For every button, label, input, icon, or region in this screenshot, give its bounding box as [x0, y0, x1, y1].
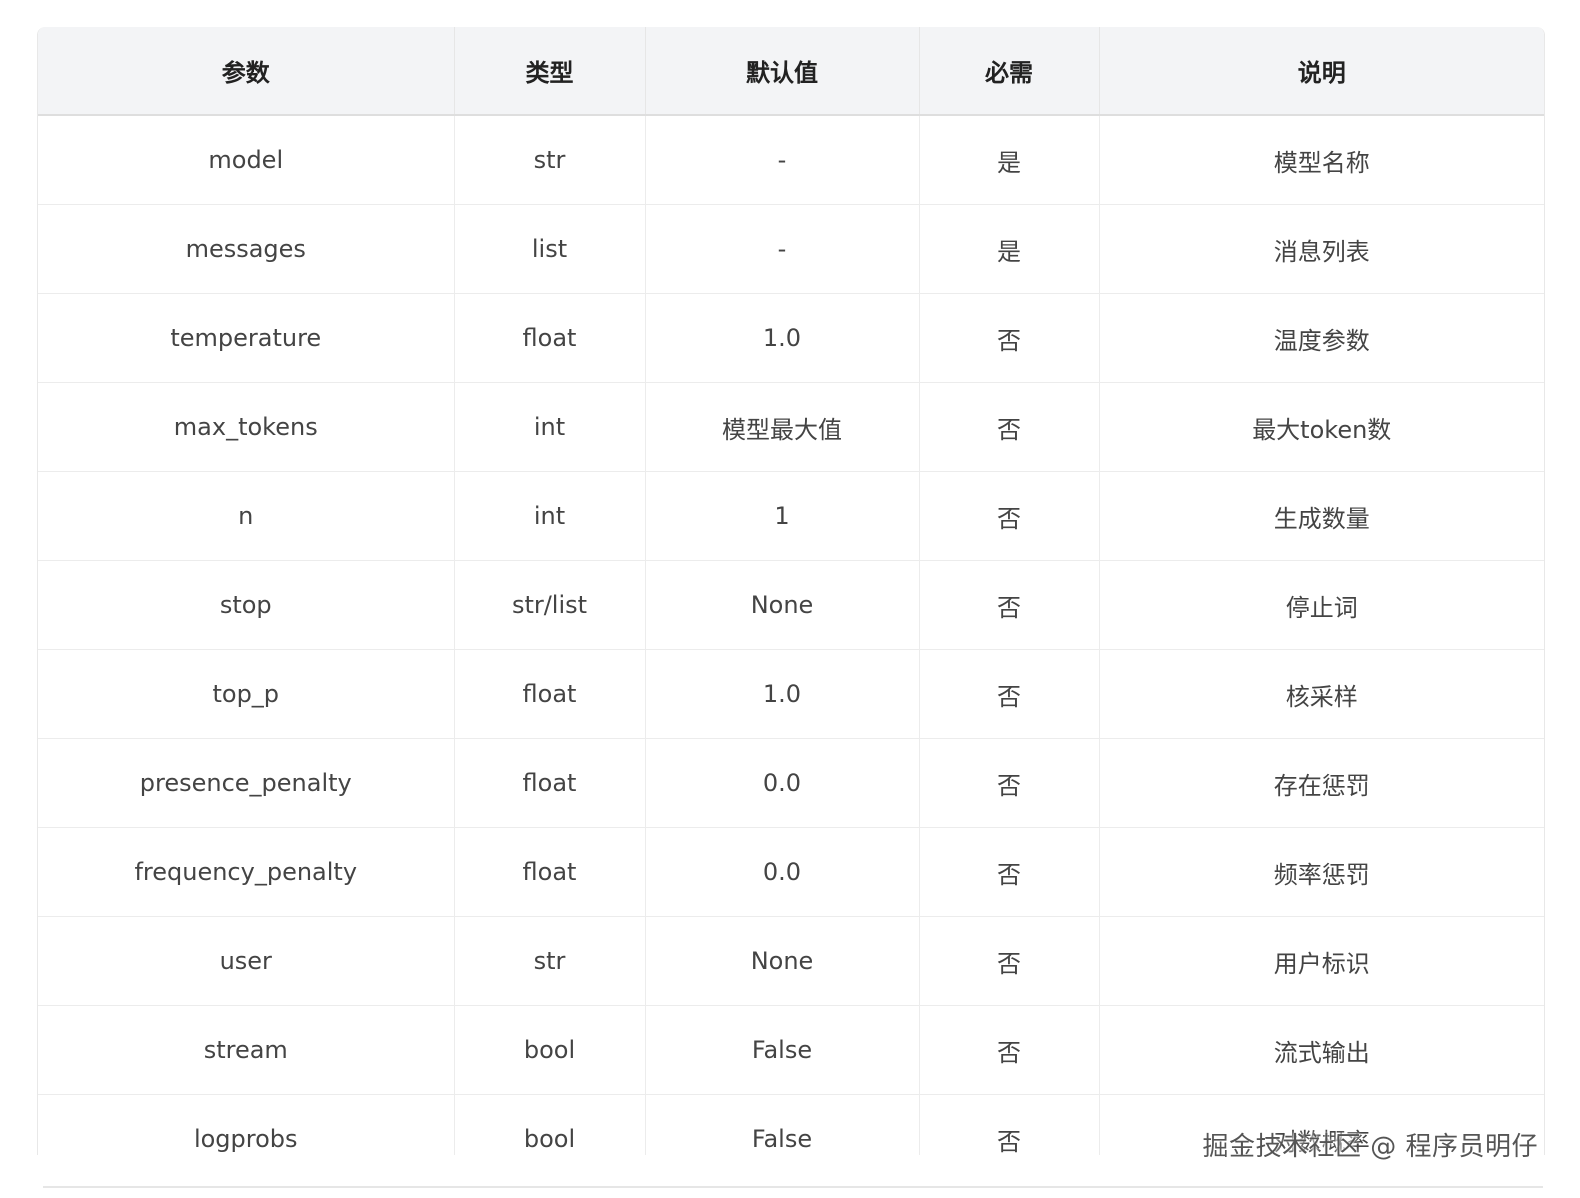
- cell-required: 否: [919, 471, 1100, 561]
- header-type: 类型: [454, 27, 646, 116]
- cell-description: 核采样: [1099, 649, 1544, 739]
- cell-required: 否: [919, 293, 1100, 383]
- cell-param: user: [38, 916, 455, 1006]
- header-description: 说明: [1099, 27, 1544, 116]
- cell-param: n: [38, 471, 455, 561]
- cell-type: float: [454, 738, 646, 828]
- cell-required: 否: [919, 738, 1100, 828]
- cell-param: logprobs: [38, 1094, 455, 1155]
- table-row: max_tokens int 模型最大值否最大token数: [38, 382, 1544, 472]
- cell-default: 0.0: [645, 827, 920, 917]
- cell-default: 1: [645, 471, 920, 561]
- cell-required: 否: [919, 827, 1100, 917]
- cell-type: int: [454, 382, 646, 472]
- table-header: 参数 类型 默认值 必需 说明: [38, 27, 1544, 116]
- parameter-table: 参数 类型 默认值 必需 说明 model str - 是模型名称 messages li…: [38, 27, 1544, 1155]
- divider: [43, 1186, 1543, 1188]
- cell-required: 否: [919, 560, 1100, 650]
- cell-description: 模型名称: [1099, 115, 1544, 205]
- cell-default: 0.0: [645, 738, 920, 828]
- cell-required: 否: [919, 649, 1100, 739]
- cell-type: float: [454, 827, 646, 917]
- cell-description: 生成数量: [1099, 471, 1544, 561]
- table-row: stream bool False 否流式输出: [38, 1005, 1544, 1095]
- cell-description: 停止词: [1099, 560, 1544, 650]
- cell-required: 否: [919, 382, 1100, 472]
- cell-param: frequency_penalty: [38, 827, 455, 917]
- watermark: 掘金技术社区 @ 程序员明仔: [1202, 1132, 1538, 1162]
- cell-default: -: [645, 115, 920, 205]
- header-param: 参数: [38, 27, 455, 116]
- cell-type: bool: [454, 1005, 646, 1095]
- cell-default: 1.0: [645, 649, 920, 739]
- table-body: model str - 是模型名称 messages list - 是消息列表 temperat…: [38, 115, 1544, 1155]
- cell-description: 温度参数: [1099, 293, 1544, 383]
- cell-description: 存在惩罚: [1099, 738, 1544, 828]
- cell-default: None: [645, 916, 920, 1006]
- cell-type: float: [454, 293, 646, 383]
- table-row: messages list - 是消息列表: [38, 204, 1544, 294]
- header-row: 参数 类型 默认值 必需 说明: [38, 27, 1544, 116]
- cell-description: 用户标识: [1099, 916, 1544, 1006]
- cell-default: False: [645, 1005, 920, 1095]
- cell-description: 最大token数: [1099, 382, 1544, 472]
- table-row: n int 1 否生成数量: [38, 471, 1544, 561]
- cell-param: max_tokens: [38, 382, 455, 472]
- cell-required: 否: [919, 1005, 1100, 1095]
- cell-type: list: [454, 204, 646, 294]
- cell-default: -: [645, 204, 920, 294]
- cell-default: False: [645, 1094, 920, 1155]
- cell-description: 消息列表: [1099, 204, 1544, 294]
- cell-required: 是: [919, 115, 1100, 205]
- header-required: 必需: [919, 27, 1100, 116]
- cell-param: top_p: [38, 649, 455, 739]
- parameter-table-container: 参数 类型 默认值 必需 说明 model str - 是模型名称 messages li…: [37, 27, 1545, 1155]
- header-default: 默认值: [645, 27, 920, 116]
- cell-param: messages: [38, 204, 455, 294]
- cell-description: 频率惩罚: [1099, 827, 1544, 917]
- cell-required: 否: [919, 1094, 1100, 1155]
- cell-type: float: [454, 649, 646, 739]
- table-row: top_p float 1.0 否核采样: [38, 649, 1544, 739]
- table-row: stop str/list None 否停止词: [38, 560, 1544, 650]
- cell-required: 否: [919, 916, 1100, 1006]
- cell-param: temperature: [38, 293, 455, 383]
- table-row: presence_penalty float 0.0 否存在惩罚: [38, 738, 1544, 828]
- cell-param: stream: [38, 1005, 455, 1095]
- cell-param: model: [38, 115, 455, 205]
- cell-type: int: [454, 471, 646, 561]
- table-row: user str None 否用户标识: [38, 916, 1544, 1006]
- cell-default: 模型最大值: [645, 382, 920, 472]
- cell-param: presence_penalty: [38, 738, 455, 828]
- cell-type: str: [454, 916, 646, 1006]
- cell-required: 是: [919, 204, 1100, 294]
- cell-type: str: [454, 115, 646, 205]
- cell-default: None: [645, 560, 920, 650]
- cell-type: str/list: [454, 560, 646, 650]
- cell-description: 流式输出: [1099, 1005, 1544, 1095]
- cell-type: bool: [454, 1094, 646, 1155]
- cell-param: stop: [38, 560, 455, 650]
- table-row: frequency_penalty float 0.0 否频率惩罚: [38, 827, 1544, 917]
- table-row: temperature float 1.0 否温度参数: [38, 293, 1544, 383]
- cell-default: 1.0: [645, 293, 920, 383]
- table-row: model str - 是模型名称: [38, 115, 1544, 205]
